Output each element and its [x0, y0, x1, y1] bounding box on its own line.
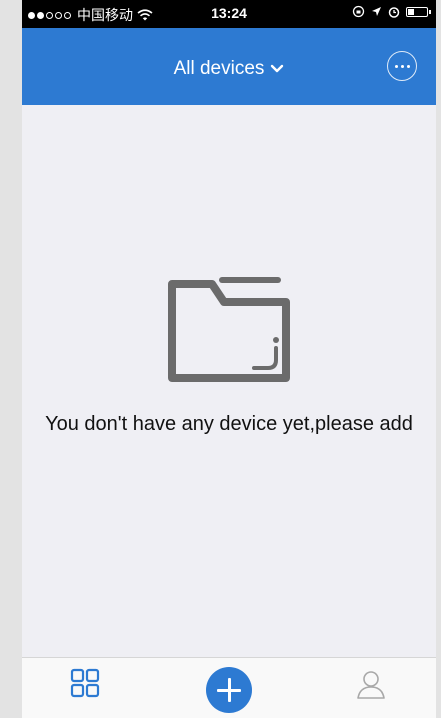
folder-icon — [168, 277, 290, 382]
navigation-bar: All devices — [22, 28, 436, 105]
alarm-icon — [388, 6, 400, 18]
tab-bar — [22, 657, 436, 718]
empty-state-message: You don't have any device yet,please add — [45, 413, 413, 435]
orientation-lock-icon — [352, 5, 365, 18]
status-bar: 中国移动 13:24 — [22, 0, 436, 28]
battery-level — [408, 8, 414, 15]
battery-icon — [406, 6, 431, 17]
device-filter-dropdown[interactable]: All devices — [22, 58, 436, 80]
app-screen: 中国移动 13:24 All devices You don't have an… — [22, 0, 436, 718]
status-right — [352, 5, 431, 18]
grid-icon[interactable] — [70, 668, 100, 698]
user-icon[interactable] — [355, 668, 387, 700]
location-icon — [372, 7, 381, 16]
chevron-down-icon — [271, 64, 284, 73]
more-options-icon[interactable] — [387, 51, 417, 81]
plus-icon[interactable] — [206, 667, 252, 713]
page-title: All devices — [173, 58, 265, 79]
